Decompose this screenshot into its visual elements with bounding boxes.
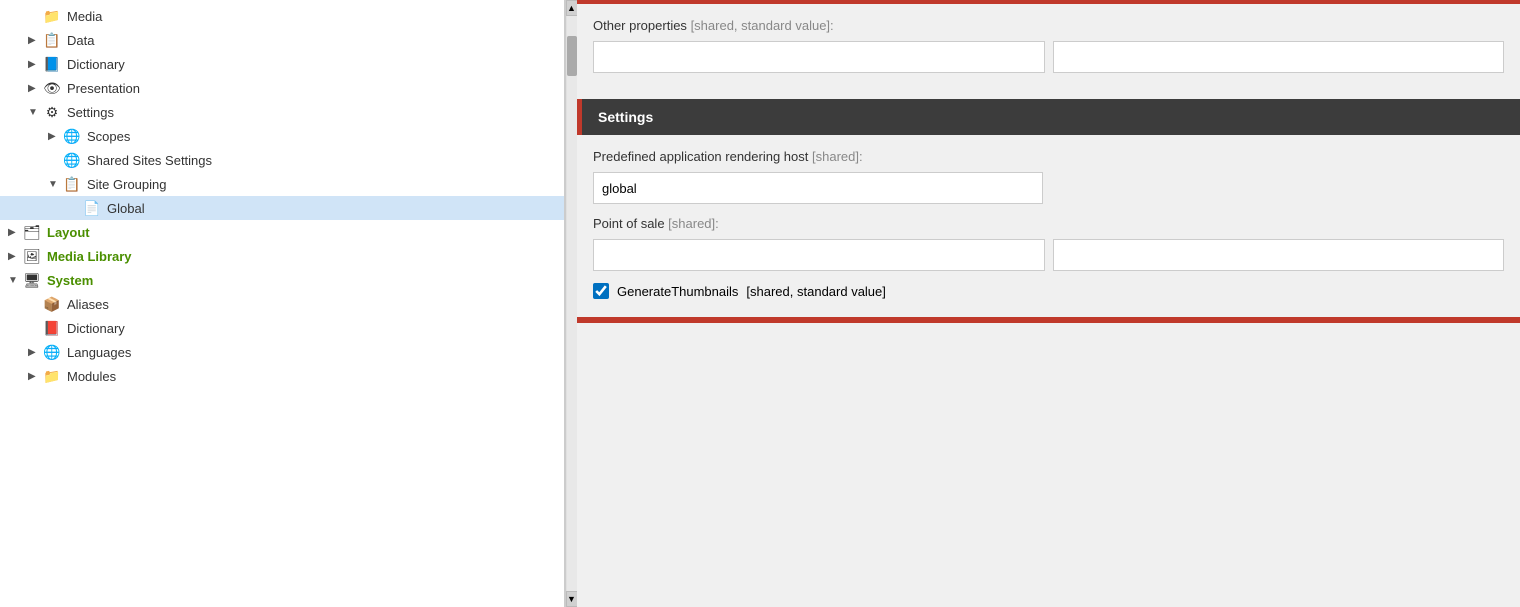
label-site-grouping: Site Grouping [87, 177, 167, 192]
icon-media: 📁 [42, 7, 62, 25]
icon-modules: 📁 [42, 367, 62, 385]
sidebar-item-languages[interactable]: ▶🌐 Languages [0, 340, 564, 364]
sidebar-item-layout[interactable]: ▶🗂 Layout [0, 220, 564, 244]
predefined-host-input[interactable] [593, 172, 1043, 204]
sidebar-item-dictionary[interactable]: ▶📘 Dictionary [0, 52, 564, 76]
scroll-thumb[interactable] [567, 36, 577, 76]
label-system: System [47, 273, 93, 288]
icon-media-library: 🖼 [22, 247, 42, 265]
other-properties-input-2[interactable] [1053, 41, 1505, 73]
arrow-system: ▼ [8, 275, 22, 286]
arrow-data: ▶ [28, 35, 42, 46]
label-scopes: Scopes [87, 129, 130, 144]
label-dictionary: Dictionary [67, 57, 125, 72]
generate-thumbnails-label: GenerateThumbnails [617, 284, 738, 299]
point-of-sale-input-2[interactable] [1053, 239, 1505, 271]
icon-aliases: 📦 [42, 295, 62, 313]
label-global: Global [107, 201, 145, 216]
generate-thumbnails-row: GenerateThumbnails [shared, standard val… [593, 283, 1504, 299]
sidebar-item-data[interactable]: ▶📋 Data [0, 28, 564, 52]
icon-system: 🖥 [22, 271, 42, 289]
other-properties-input-1[interactable] [593, 41, 1045, 73]
sidebar-item-site-grouping[interactable]: ▼📋 Site Grouping [0, 172, 564, 196]
label-media-library: Media Library [47, 249, 132, 264]
point-of-sale-label: Point of sale [shared]: [593, 216, 1504, 231]
icon-scopes: 🌐 [62, 127, 82, 145]
point-of-sale-input-1[interactable] [593, 239, 1045, 271]
other-properties-block: Other properties [shared, standard value… [577, 4, 1520, 99]
icon-site-grouping: 📋 [62, 175, 82, 193]
arrow-presentation: ▶ [28, 83, 42, 94]
arrow-languages: ▶ [28, 347, 42, 358]
settings-block: Predefined application rendering host [s… [577, 135, 1520, 313]
arrow-layout: ▶ [8, 227, 22, 238]
label-presentation: Presentation [67, 81, 140, 96]
label-media: Media [67, 9, 102, 24]
sidebar-item-scopes[interactable]: ▶🌐 Scopes [0, 124, 564, 148]
sidebar-item-media[interactable]: 📁 Media [0, 4, 564, 28]
bottom-red-bar [577, 317, 1520, 323]
sidebar-item-settings[interactable]: ▼⚙ Settings [0, 100, 564, 124]
arrow-dictionary: ▶ [28, 59, 42, 70]
icon-dictionary: 📘 [42, 55, 62, 73]
label-settings: Settings [67, 105, 114, 120]
vertical-scrollbar[interactable]: ▲ ▼ [565, 0, 577, 607]
icon-languages: 🌐 [42, 343, 62, 361]
sidebar-item-aliases[interactable]: 📦 Aliases [0, 292, 564, 316]
predefined-host-label: Predefined application rendering host [s… [593, 149, 1504, 164]
generate-thumbnails-meta: [shared, standard value] [746, 284, 885, 299]
arrow-scopes: ▶ [48, 131, 62, 142]
arrow-settings: ▼ [28, 107, 42, 118]
label-languages: Languages [67, 345, 131, 360]
main-content: Other properties [shared, standard value… [577, 0, 1520, 607]
label-data: Data [67, 33, 94, 48]
label-aliases: Aliases [67, 297, 109, 312]
sidebar-item-shared-sites-settings[interactable]: 🌐 Shared Sites Settings [0, 148, 564, 172]
sidebar-item-modules[interactable]: ▶📁 Modules [0, 364, 564, 388]
other-properties-inputs [593, 41, 1504, 73]
sidebar-item-media-library[interactable]: ▶🖼 Media Library [0, 244, 564, 268]
arrow-media-library: ▶ [8, 251, 22, 262]
icon-presentation: 👁 [42, 79, 62, 97]
arrow-modules: ▶ [28, 371, 42, 382]
generate-thumbnails-checkbox[interactable] [593, 283, 609, 299]
icon-dictionary2: 📕 [42, 319, 62, 337]
icon-settings: ⚙ [42, 103, 62, 121]
label-shared-sites-settings: Shared Sites Settings [87, 153, 212, 168]
icon-layout: 🗂 [22, 223, 42, 241]
icon-shared-sites-settings: 🌐 [62, 151, 82, 169]
icon-data: 📋 [42, 31, 62, 49]
sidebar: 📁Media▶📋Data▶📘Dictionary▶👁Presentation▼⚙… [0, 0, 565, 607]
label-dictionary2: Dictionary [67, 321, 125, 336]
other-properties-label: Other properties [shared, standard value… [593, 18, 1504, 33]
label-modules: Modules [67, 369, 116, 384]
scroll-track [567, 16, 577, 591]
point-of-sale-inputs [593, 239, 1504, 271]
scroll-up-arrow[interactable]: ▲ [566, 0, 578, 16]
icon-global: 📄 [82, 199, 102, 217]
arrow-site-grouping: ▼ [48, 179, 62, 190]
sidebar-item-presentation[interactable]: ▶👁 Presentation [0, 76, 564, 100]
scroll-down-arrow[interactable]: ▼ [566, 591, 578, 607]
sidebar-item-system[interactable]: ▼🖥 System [0, 268, 564, 292]
settings-header: Settings [577, 99, 1520, 135]
sidebar-item-dictionary2[interactable]: 📕 Dictionary [0, 316, 564, 340]
sidebar-item-global[interactable]: 📄 Global [0, 196, 564, 220]
label-layout: Layout [47, 225, 90, 240]
